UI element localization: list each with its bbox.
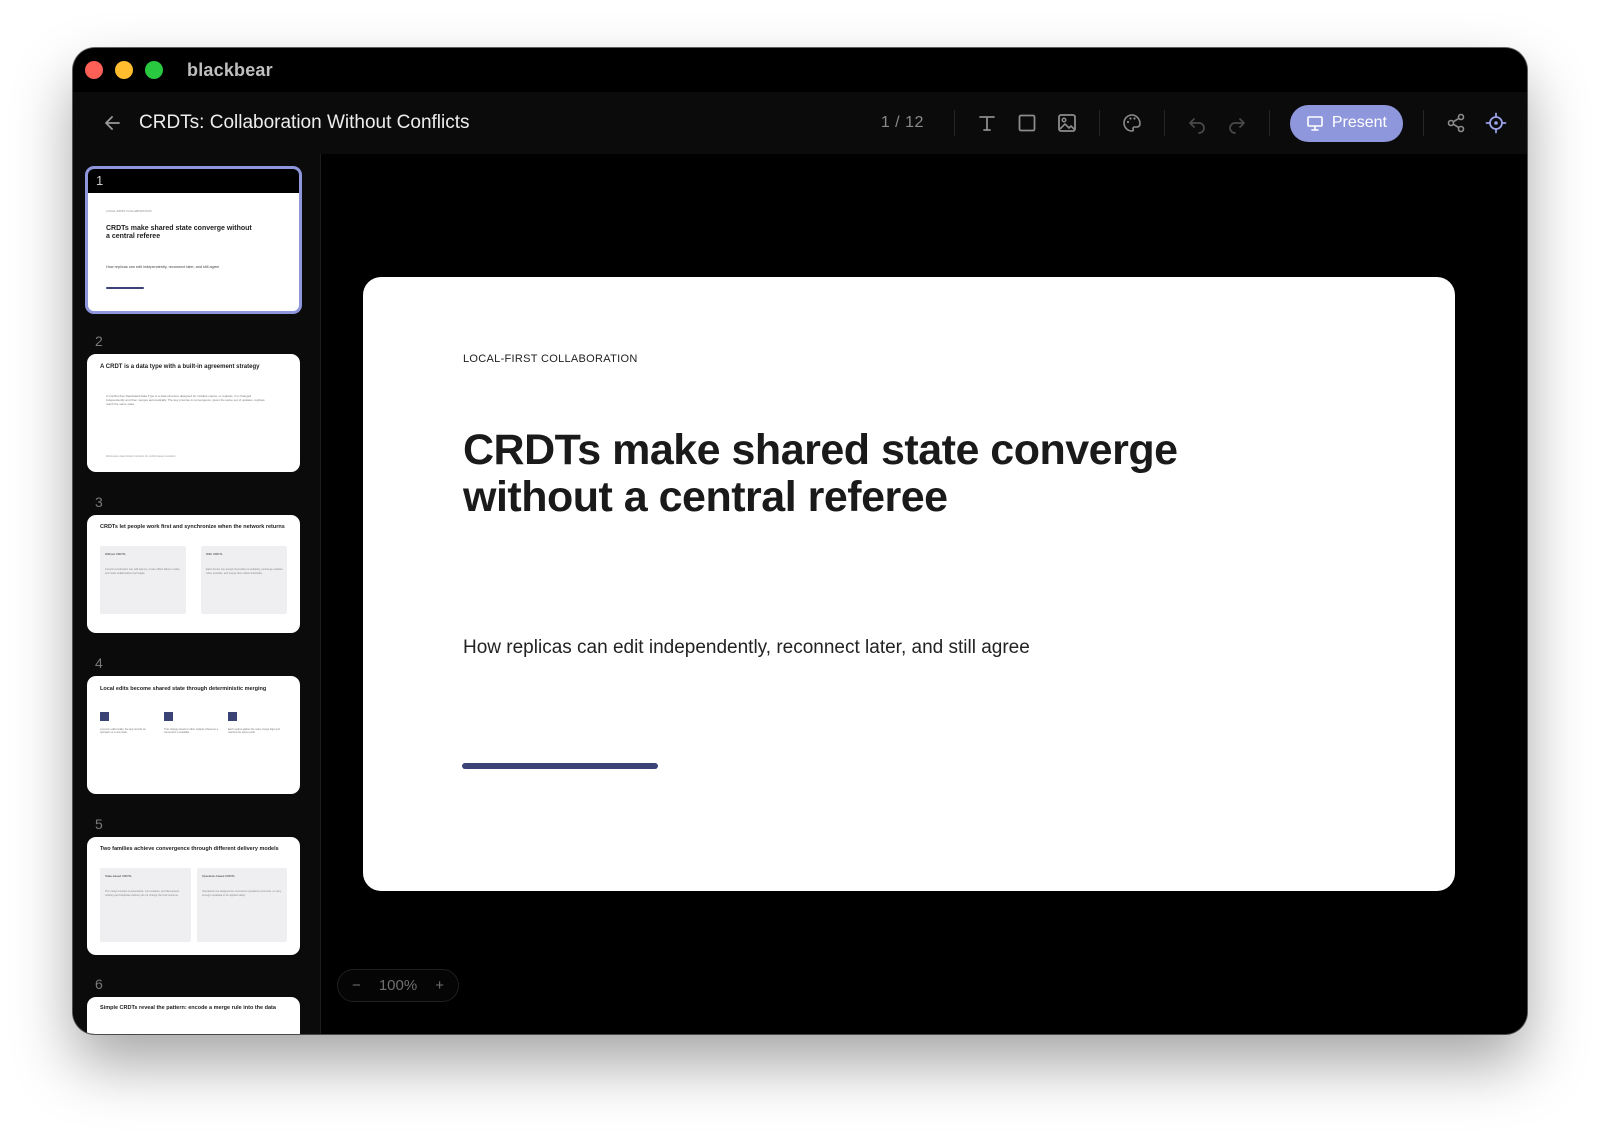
window-controls bbox=[85, 61, 163, 79]
toolbar-divider bbox=[1098, 110, 1100, 136]
slide-thumbnail-5[interactable]: Two families achieve convergence through… bbox=[87, 837, 300, 955]
present-button[interactable]: Present bbox=[1289, 104, 1403, 142]
present-button-label: Present bbox=[1331, 114, 1387, 131]
back-button[interactable] bbox=[99, 109, 127, 137]
thumbnail-bullet-square bbox=[164, 712, 173, 721]
slide-headline[interactable]: CRDTs make shared state converge without… bbox=[463, 427, 1263, 521]
thumbnail-card-label: Operation-based CRDTs bbox=[202, 874, 235, 878]
thumbnail-body: A Conflict-free Replicated Data Type is … bbox=[106, 394, 265, 406]
thumbnail-title: Two families achieve convergence through… bbox=[100, 846, 279, 852]
thumbnail-column-text: Each replica applies the same merge logi… bbox=[228, 728, 280, 735]
app-name: blackbear bbox=[187, 59, 273, 80]
redo-button[interactable] bbox=[1220, 106, 1254, 140]
thumbnail-column-text: That change travels to other replicas wh… bbox=[164, 728, 219, 735]
slide-thumbnail-6[interactable]: Simple CRDTs reveal the pattern: encode … bbox=[87, 997, 300, 1034]
minimize-window-button[interactable] bbox=[115, 61, 133, 79]
text-icon bbox=[978, 116, 995, 131]
thumbnail-title: A CRDT is a data type with a built-in ag… bbox=[100, 364, 260, 370]
slide-subhead[interactable]: How replicas can edit independently, rec… bbox=[463, 637, 1030, 659]
slide-canvas[interactable]: LOCAL-FIRST COLLABORATION CRDTs make sha… bbox=[321, 154, 1527, 1034]
thumbnail-card-label: With CRDTs bbox=[206, 552, 223, 556]
maximize-window-button[interactable] bbox=[145, 61, 163, 79]
share-button[interactable] bbox=[1439, 106, 1473, 140]
thumbnail-card-right: Operation-based CRDTs Operations are des… bbox=[197, 868, 287, 942]
theme-button[interactable] bbox=[1115, 106, 1149, 140]
toolbar-divider bbox=[953, 110, 955, 136]
palette-icon bbox=[1123, 114, 1141, 132]
crosshair-icon bbox=[1485, 112, 1507, 134]
zoom-in-button[interactable]: + bbox=[435, 977, 444, 994]
thumbnail-card-text: Operations are designed so concurrent op… bbox=[202, 890, 282, 897]
thumbnail-subtitle: How replicas can edit independently, rec… bbox=[106, 265, 220, 269]
thumbnail-card-label: Without CRDTs bbox=[105, 552, 126, 556]
thumbnail-title: Local edits become shared state through … bbox=[100, 686, 267, 692]
undo-button[interactable] bbox=[1180, 106, 1214, 140]
slide-accent-line[interactable] bbox=[462, 763, 658, 769]
title-bar: blackbear bbox=[73, 48, 1527, 92]
close-window-button[interactable] bbox=[85, 61, 103, 79]
presentation-icon bbox=[1307, 116, 1323, 131]
undo-icon bbox=[1189, 118, 1205, 134]
toolbar: CRDTs: Collaboration Without Conflicts 1… bbox=[73, 92, 1527, 155]
thumbnail-bullet-square bbox=[100, 712, 109, 721]
focus-button[interactable] bbox=[1479, 106, 1513, 140]
slide-thumbnail-4[interactable]: Local edits become shared state through … bbox=[87, 676, 300, 794]
thumbnail-bullet-square bbox=[228, 712, 237, 721]
app-window: blackbear CRDTs: Collaboration Without C… bbox=[73, 48, 1527, 1034]
thumbnail-number: 1 bbox=[96, 173, 104, 188]
thumbnail-kicker: LOCAL-FIRST COLLABORATION bbox=[106, 209, 152, 213]
thumbnail-title: CRDTs let people work first and synchron… bbox=[100, 524, 285, 530]
toolbar-divider bbox=[1268, 110, 1270, 136]
thumbnail-title: CRDTs make shared state converge without… bbox=[106, 225, 252, 240]
thumbnail-card-text: Each device can accept local edits immed… bbox=[206, 568, 283, 575]
thumbnail-number: 2 bbox=[95, 333, 103, 349]
thumbnail-card-text: Central coordination can add latency, cr… bbox=[105, 568, 181, 575]
toolbar-divider bbox=[1423, 110, 1424, 136]
thumbnail-column-text: A person edits locally; the app records … bbox=[100, 728, 146, 735]
slide-thumbnail-3[interactable]: CRDTs let people work first and synchron… bbox=[87, 515, 300, 633]
thumbnail-number: 6 bbox=[95, 976, 103, 992]
shape-tool-button[interactable] bbox=[1010, 106, 1044, 140]
thumbnail-title: Simple CRDTs reveal the pattern: encode … bbox=[100, 1005, 276, 1011]
zoom-level: 100% bbox=[378, 977, 418, 994]
text-tool-button[interactable] bbox=[970, 106, 1004, 140]
thumbnail-number: 5 bbox=[95, 816, 103, 832]
arrow-left-icon bbox=[105, 116, 120, 130]
thumbnail-footer: Well-known deterministic functions for c… bbox=[106, 455, 176, 458]
thumbnail-accent-line bbox=[106, 287, 144, 289]
thumbnail-card-right: With CRDTs Each device can accept local … bbox=[201, 546, 287, 614]
slide-thumbnail-panel[interactable]: 1 LOCAL-FIRST COLLABORATION CRDTs make s… bbox=[73, 154, 321, 1034]
image-tool-button[interactable] bbox=[1050, 106, 1084, 140]
slide-thumbnail-1[interactable]: 1 LOCAL-FIRST COLLABORATION CRDTs make s… bbox=[85, 166, 302, 314]
zoom-out-button[interactable]: − bbox=[352, 977, 361, 994]
slide-thumbnail-2[interactable]: A CRDT is a data type with a built-in ag… bbox=[87, 354, 300, 472]
redo-icon bbox=[1229, 118, 1245, 134]
thumbnail-header: 1 bbox=[88, 169, 299, 193]
thumbnail-card-left: Without CRDTs Central coordination can a… bbox=[100, 546, 186, 614]
current-slide[interactable]: LOCAL-FIRST COLLABORATION CRDTs make sha… bbox=[363, 277, 1455, 891]
image-icon bbox=[1057, 114, 1076, 132]
page-counter: 1 / 12 bbox=[880, 114, 924, 131]
thumbnail-card-text: The merge function is associative, commu… bbox=[105, 890, 180, 897]
toolbar-divider bbox=[1163, 110, 1165, 136]
share-icon bbox=[1447, 113, 1465, 133]
square-icon bbox=[1018, 114, 1036, 132]
document-title: CRDTs: Collaboration Without Conflicts bbox=[139, 112, 470, 133]
thumbnail-card-left: State-based CRDTs The merge function is … bbox=[100, 868, 191, 942]
zoom-control: − 100% + bbox=[337, 969, 459, 1002]
thumbnail-number: 4 bbox=[95, 655, 103, 671]
slide-kicker[interactable]: LOCAL-FIRST COLLABORATION bbox=[463, 353, 638, 365]
thumbnail-card-label: State-based CRDTs bbox=[105, 874, 132, 878]
thumbnail-number: 3 bbox=[95, 494, 103, 510]
